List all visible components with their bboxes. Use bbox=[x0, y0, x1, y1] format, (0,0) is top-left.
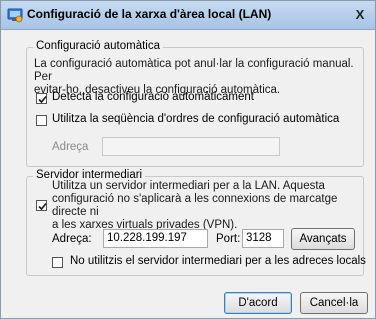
detect-automatically-label[interactable]: Detecta la configuració automàticament bbox=[52, 91, 254, 103]
proxy-port-input[interactable]: 3128 bbox=[242, 229, 284, 248]
use-config-script-label[interactable]: Utilitza la seqüència d'ordres de config… bbox=[52, 113, 339, 125]
title-bar[interactable]: Configuració de la xarxa d'àrea local (L… bbox=[1, 1, 375, 30]
network-settings-icon bbox=[7, 8, 23, 23]
close-icon: X bbox=[355, 7, 365, 22]
bypass-local-checkbox[interactable] bbox=[52, 257, 63, 268]
use-config-script-checkbox[interactable] bbox=[36, 115, 47, 126]
ok-button[interactable]: D'acord bbox=[224, 292, 292, 314]
proxy-group: Servidor intermediari Utilitza un servid… bbox=[26, 169, 366, 276]
use-proxy-line2: configuració no s'aplicarà a les connexi… bbox=[52, 193, 338, 218]
use-proxy-checkbox[interactable] bbox=[36, 200, 47, 211]
lan-settings-dialog: Configuració de la xarxa d'àrea local (L… bbox=[0, 0, 376, 319]
cancel-button[interactable]: Cancel·la bbox=[300, 292, 368, 314]
window-title: Configuració de la xarxa d'àrea local (L… bbox=[27, 7, 272, 21]
checkmark-icon bbox=[38, 202, 47, 211]
bypass-local-label[interactable]: No utilitzis el servidor intermediari pe… bbox=[70, 255, 366, 267]
proxy-address-input[interactable]: 10.228.199.197 bbox=[103, 229, 208, 248]
script-address-input[interactable] bbox=[102, 137, 280, 156]
checkmark-icon bbox=[38, 95, 47, 104]
proxy-address-label: Adreça: bbox=[52, 233, 92, 245]
auto-config-group: Configuració automàtica La configuració … bbox=[26, 40, 364, 167]
auto-config-legend: Configuració automàtica bbox=[33, 40, 164, 52]
use-proxy-line1: Utilitza un servidor intermediari per a … bbox=[52, 180, 325, 192]
auto-config-description-line1: La configuració automàtica pot anul·lar … bbox=[34, 58, 354, 83]
use-proxy-label[interactable]: Utilitza un servidor intermediari per a … bbox=[52, 180, 358, 232]
close-button[interactable]: X bbox=[350, 6, 370, 24]
proxy-port-label: Port: bbox=[216, 233, 241, 245]
script-address-label: Adreça bbox=[52, 141, 89, 153]
detect-automatically-checkbox[interactable] bbox=[36, 93, 47, 104]
advanced-button[interactable]: Avançats bbox=[291, 228, 355, 250]
